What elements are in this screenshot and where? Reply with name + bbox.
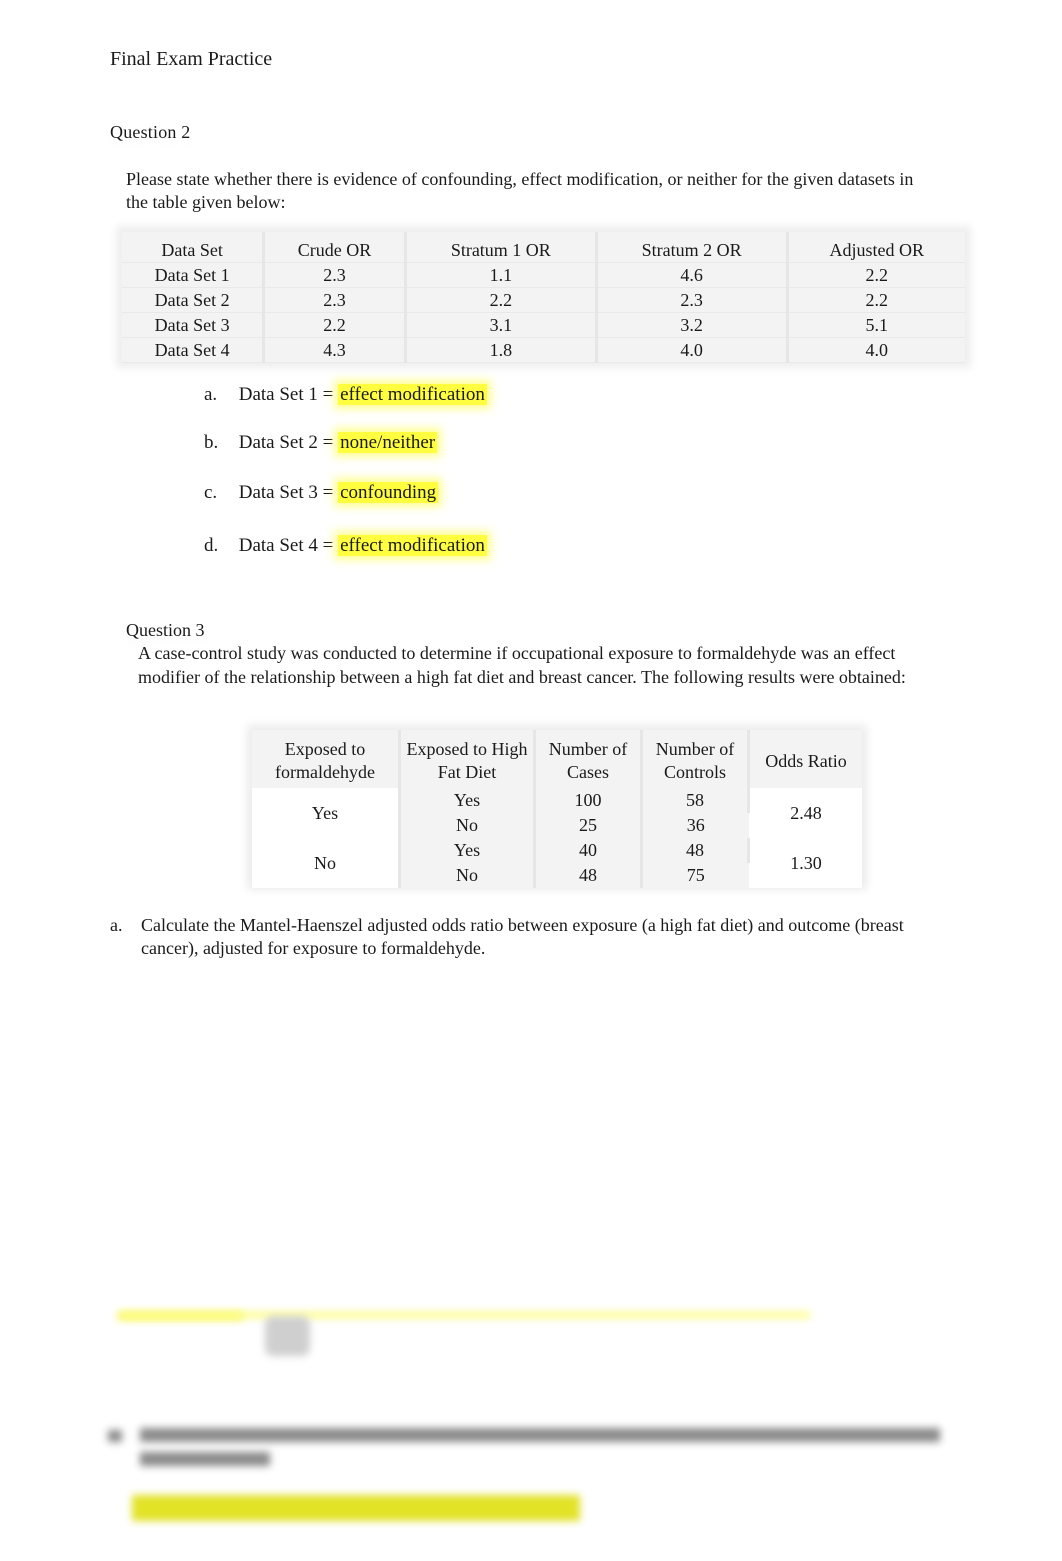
- cell: Data Set 3: [122, 312, 266, 338]
- cell: 48: [641, 838, 750, 863]
- header-cell: Odds Ratio: [748, 730, 862, 788]
- cell: 2.2: [787, 287, 965, 313]
- cell: Yes: [399, 838, 536, 863]
- cell: No: [399, 863, 536, 888]
- blurred-highlighted-answer: [132, 1495, 580, 1521]
- header-cell: Number of Controls: [641, 730, 750, 788]
- formaldehyde-stratum: No: [252, 838, 401, 888]
- formaldehyde-stratum: Yes: [252, 788, 401, 838]
- answer-prefix: Data Set 2 =: [238, 432, 334, 453]
- question-3-label: Question 3: [126, 620, 205, 640]
- answer-item: a. Data Set 1 = effect modification: [204, 384, 487, 406]
- cell: 4.0: [787, 337, 965, 363]
- table-row: Data Set 4 4.3 1.8 4.0 4.0: [122, 337, 965, 363]
- list-marker: a.: [204, 384, 218, 405]
- table-header-row: Data Set Crude OR Stratum 1 OR Stratum 2…: [122, 232, 965, 263]
- cell: 75: [641, 863, 749, 888]
- cell: 100: [534, 788, 643, 813]
- table-row: Data Set 1 2.3 1.1 4.6 2.2: [122, 262, 965, 288]
- cell: 3.2: [596, 312, 789, 338]
- odds-ratio-table: Data Set Crude OR Stratum 1 OR Stratum 2…: [122, 232, 965, 363]
- blurred-highlight: [120, 1312, 810, 1318]
- cell: 2.2: [405, 287, 598, 313]
- cell: 58: [641, 788, 750, 813]
- cell: No: [399, 813, 536, 838]
- blurred-formula: [265, 1316, 310, 1356]
- case-control-table: Exposed to formaldehyde Exposed to High …: [252, 730, 862, 888]
- cell: 3.1: [405, 312, 598, 338]
- header-cell: Adjusted OR: [787, 232, 965, 263]
- list-marker: d.: [204, 535, 219, 556]
- answer-prefix: Data Set 4 =: [238, 535, 334, 556]
- answer-item: c. Data Set 3 = confounding: [204, 482, 439, 504]
- blurred-text-line: [140, 1428, 940, 1442]
- header-cell: Crude OR: [263, 232, 407, 263]
- header-cell: Exposed to High Fat Diet: [399, 730, 536, 788]
- cell: 5.1: [787, 312, 965, 338]
- cell: 40: [534, 838, 643, 863]
- cell: 48: [534, 863, 643, 888]
- cell: 25: [534, 813, 643, 838]
- highlighted-answer: none/neither: [338, 432, 438, 453]
- highlighted-answer: effect modification: [338, 535, 487, 556]
- cell: 1.8: [405, 337, 598, 363]
- cell: Data Set 2: [122, 287, 266, 313]
- cell: 2.3: [263, 287, 407, 313]
- document-title: Final Exam Practice: [110, 48, 273, 70]
- list-marker: c.: [204, 482, 218, 503]
- blurred-list-marker: [108, 1430, 122, 1442]
- odds-ratio-cell: 1.30: [748, 838, 862, 888]
- header-cell: Number of Cases: [534, 730, 643, 788]
- header-cell: Stratum 1 OR: [405, 232, 598, 263]
- header-cell: Data Set: [122, 232, 266, 263]
- question-2-prompt: Please state whether there is evidence o…: [126, 169, 914, 212]
- cell: 2.3: [596, 287, 789, 313]
- cell: 2.3: [263, 262, 407, 288]
- cell: 4.0: [596, 337, 789, 363]
- list-marker: b.: [204, 432, 219, 453]
- table-row: Data Set 2 2.3 2.2 2.3 2.2: [122, 287, 965, 313]
- question-3-part-a: a. Calculate the Mantel-Haenszel adjuste…: [110, 914, 910, 960]
- cell: 4.6: [596, 262, 789, 288]
- header-cell: Stratum 2 OR: [596, 232, 789, 263]
- table-row: Yes Yes 100 58 2.48: [252, 788, 862, 838]
- table-header-row: Exposed to formaldehyde Exposed to High …: [252, 730, 862, 788]
- table-row: Data Set 3 2.2 3.1 3.2 5.1: [122, 312, 965, 338]
- question-2-label: Question 2: [110, 122, 191, 142]
- answer-item: b. Data Set 2 = none/neither: [204, 432, 438, 454]
- header-cell: Exposed to formaldehyde: [252, 730, 401, 788]
- part-a-text: Calculate the Mantel-Haenszel adjusted o…: [141, 915, 904, 958]
- cell: 4.3: [263, 337, 407, 363]
- cell: 36: [641, 813, 749, 838]
- cell: 2.2: [263, 312, 407, 338]
- table-row: No Yes 40 48 1.30: [252, 838, 862, 888]
- blurred-text-line: [140, 1452, 270, 1466]
- cell: Data Set 4: [122, 337, 266, 363]
- cell: Yes: [399, 788, 536, 813]
- cell: 2.2: [787, 262, 965, 288]
- cell: 1.1: [405, 262, 598, 288]
- question-3-prompt: A case-control study was conducted to de…: [138, 643, 906, 687]
- cell: Data Set 1: [122, 262, 266, 288]
- answer-prefix: Data Set 1 =: [238, 384, 334, 405]
- answer-prefix: Data Set 3 =: [238, 482, 334, 503]
- highlighted-answer: confounding: [338, 482, 439, 503]
- highlighted-answer: effect modification: [338, 384, 487, 405]
- list-marker: a.: [110, 915, 123, 935]
- answer-item: d. Data Set 4 = effect modification: [204, 535, 487, 557]
- odds-ratio-cell: 2.48: [748, 788, 862, 838]
